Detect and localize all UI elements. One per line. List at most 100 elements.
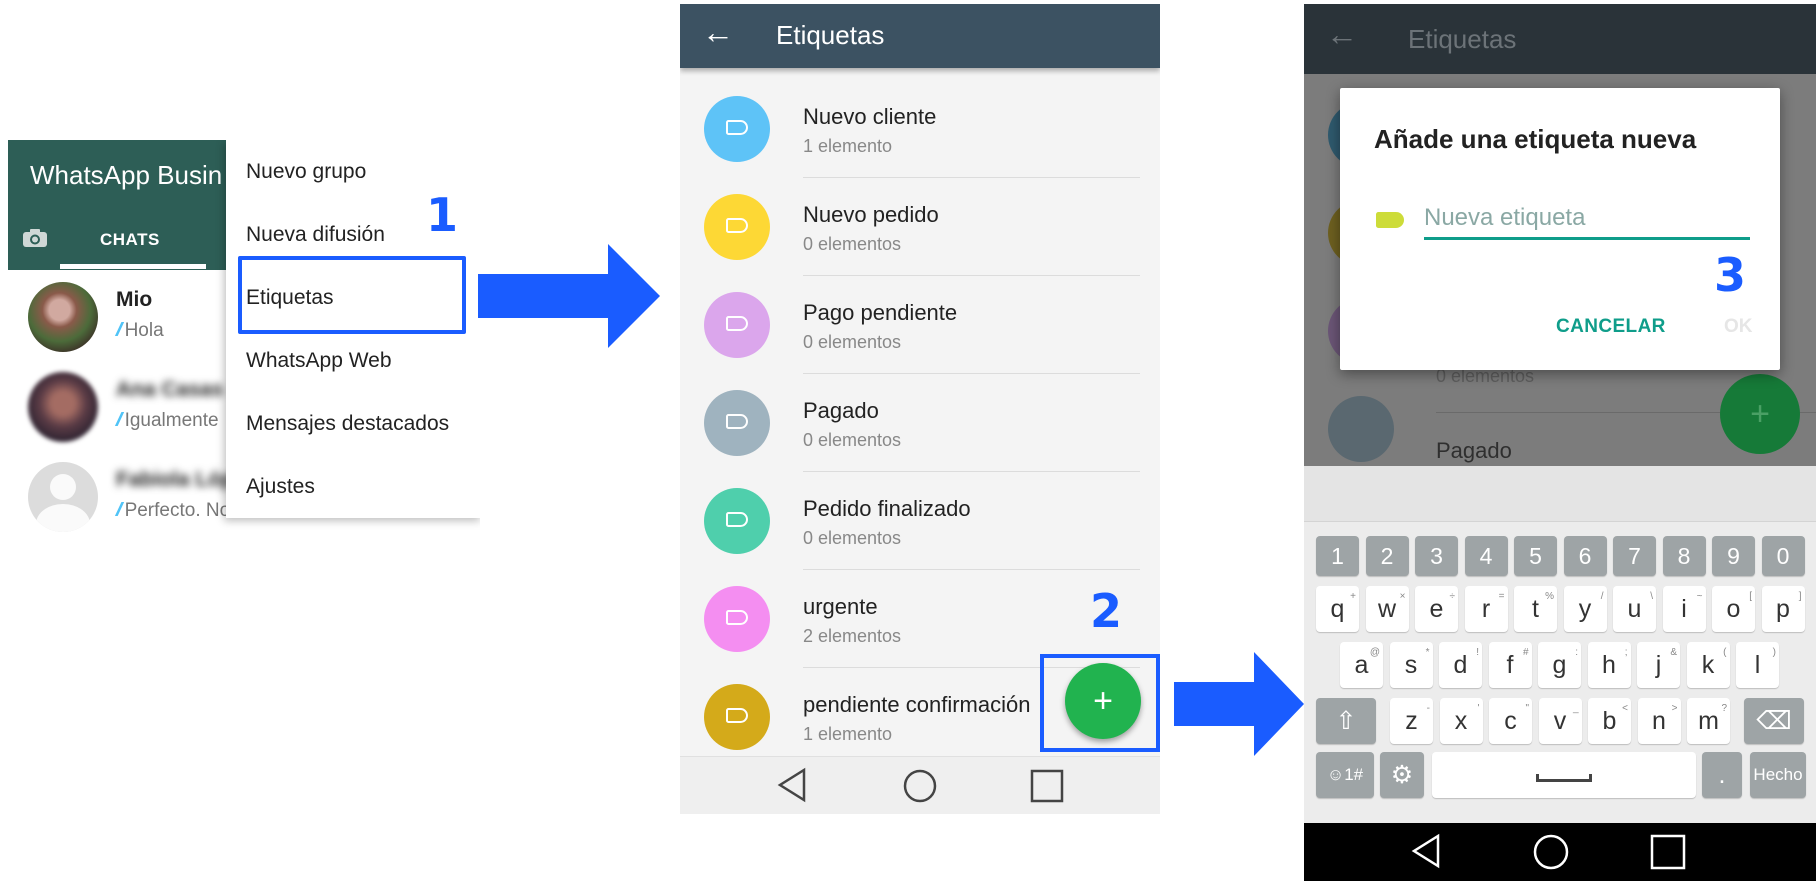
label-color-circle bbox=[704, 488, 770, 554]
period-key[interactable]: . bbox=[1702, 752, 1742, 798]
menu-item-settings[interactable]: Ajustes bbox=[246, 475, 315, 499]
key-3[interactable]: 3 bbox=[1415, 536, 1458, 576]
tab-chats[interactable]: CHATS bbox=[100, 230, 160, 250]
key-w[interactable]: w × bbox=[1365, 586, 1409, 632]
key-secondary-char: ) bbox=[1772, 647, 1776, 658]
label-color-circle bbox=[704, 390, 770, 456]
key-i[interactable]: i ~ bbox=[1662, 586, 1706, 632]
key-l[interactable]: l) bbox=[1736, 642, 1779, 688]
label-row[interactable]: Nuevo cliente 1 elemento bbox=[680, 80, 1160, 178]
key-9[interactable]: 9 bbox=[1712, 536, 1755, 576]
key-secondary-char: & bbox=[1670, 647, 1677, 658]
label-count: 0 elementos bbox=[803, 332, 902, 352]
menu-item-starred-messages[interactable]: Mensajes destacados bbox=[246, 412, 449, 436]
label-count: 1 elemento bbox=[803, 724, 893, 744]
key-c[interactable]: c " bbox=[1489, 698, 1532, 744]
key-7[interactable]: 7 bbox=[1613, 536, 1656, 576]
key-6[interactable]: 6 bbox=[1563, 536, 1607, 576]
settings-key-icon[interactable]: ⚙ bbox=[1380, 752, 1424, 798]
ok-button[interactable]: OK bbox=[1724, 316, 1753, 338]
key-o[interactable]: o[ bbox=[1712, 586, 1755, 632]
label-color-circle bbox=[704, 194, 770, 260]
backspace-key-icon[interactable]: ⌫ bbox=[1744, 698, 1804, 744]
highlight-box bbox=[238, 256, 466, 334]
shift-key-icon[interactable]: ⇧ bbox=[1316, 698, 1376, 744]
key-8[interactable]: 8 bbox=[1662, 536, 1706, 576]
key-s[interactable]: s * bbox=[1389, 642, 1433, 688]
back-nav-icon[interactable] bbox=[1410, 833, 1442, 869]
add-label-button: + bbox=[1720, 374, 1800, 454]
key-4[interactable]: 4 bbox=[1464, 536, 1508, 576]
recents-nav-icon[interactable] bbox=[1650, 834, 1686, 870]
key-q[interactable]: q + bbox=[1316, 586, 1359, 632]
double-check-icon: // bbox=[116, 500, 122, 521]
key-g[interactable]: g: bbox=[1538, 642, 1581, 688]
key-0[interactable]: 0 bbox=[1761, 536, 1805, 576]
step-number: 2 bbox=[1090, 584, 1123, 638]
key-b[interactable]: b < bbox=[1588, 698, 1631, 744]
whatsapp-menu-panel: WhatsApp Busin CHATS Mio //Hola Ana Casa… bbox=[8, 140, 480, 570]
label-row[interactable]: Pagado 0 elementos bbox=[680, 374, 1160, 472]
space-key[interactable] bbox=[1432, 752, 1696, 798]
key-h[interactable]: h; bbox=[1587, 642, 1631, 688]
key-e[interactable]: e ÷ bbox=[1415, 586, 1458, 632]
add-label-dialog: Añade una etiqueta nueva 3 CANCELAR OK bbox=[1340, 88, 1780, 370]
avatar bbox=[28, 372, 98, 442]
step-number: 1 bbox=[426, 188, 459, 242]
label-row[interactable]: Pago pendiente 0 elementos bbox=[680, 276, 1160, 374]
key-secondary-char: ] bbox=[1798, 591, 1802, 602]
label-name: Nuevo cliente bbox=[803, 104, 937, 129]
cancel-button[interactable]: CANCELAR bbox=[1556, 316, 1666, 338]
key-z[interactable]: z- bbox=[1390, 698, 1433, 744]
key-d[interactable]: d! bbox=[1439, 642, 1482, 688]
recents-nav-icon[interactable] bbox=[1030, 769, 1064, 803]
key-n[interactable]: n > bbox=[1637, 698, 1681, 744]
key-y[interactable]: y / bbox=[1563, 586, 1607, 632]
key-secondary-char: \ bbox=[1650, 591, 1653, 602]
key-5[interactable]: 5 bbox=[1514, 536, 1557, 576]
chat-message: //Hola bbox=[116, 320, 164, 342]
tag-icon bbox=[726, 218, 748, 233]
key-2[interactable]: 2 bbox=[1365, 536, 1409, 576]
menu-item-whatsapp-web[interactable]: WhatsApp Web bbox=[246, 349, 392, 373]
key-m[interactable]: m? bbox=[1687, 698, 1730, 744]
double-check-icon: // bbox=[116, 410, 122, 431]
key-p[interactable]: p] bbox=[1761, 586, 1805, 632]
done-key[interactable]: Hecho bbox=[1750, 752, 1806, 798]
label-row[interactable]: Pedido finalizado 0 elementos bbox=[680, 472, 1160, 570]
add-label-button[interactable]: + bbox=[1065, 663, 1141, 739]
key-1[interactable]: 1 bbox=[1316, 536, 1359, 576]
tab-indicator bbox=[60, 264, 206, 269]
menu-item-new-group[interactable]: Nuevo grupo bbox=[246, 160, 366, 184]
key-j[interactable]: j & bbox=[1637, 642, 1680, 688]
home-nav-icon[interactable] bbox=[1532, 833, 1570, 871]
key-r[interactable]: r = bbox=[1464, 586, 1508, 632]
home-nav-icon[interactable] bbox=[902, 768, 938, 804]
chat-name: Ana Casas bbox=[116, 378, 224, 401]
key-secondary-char: : bbox=[1575, 647, 1578, 658]
key-x[interactable]: x ' bbox=[1439, 698, 1483, 744]
key-a[interactable]: a @ bbox=[1340, 642, 1383, 688]
key-t[interactable]: t% bbox=[1514, 586, 1557, 632]
key-u[interactable]: u \ bbox=[1613, 586, 1656, 632]
tag-icon bbox=[726, 610, 748, 625]
label-count: 0 elementos bbox=[803, 528, 902, 548]
label-name: Nuevo pedido bbox=[803, 202, 939, 227]
key-k[interactable]: k( bbox=[1686, 642, 1730, 688]
back-arrow-icon[interactable]: ← bbox=[702, 14, 734, 51]
camera-icon[interactable] bbox=[22, 228, 48, 248]
overflow-menu: Nuevo grupo Nueva difusión Etiquetas Wha… bbox=[226, 140, 480, 518]
page-title: Etiquetas bbox=[776, 20, 885, 50]
key-secondary-char: @ bbox=[1369, 647, 1380, 658]
key-v[interactable]: v _ bbox=[1538, 698, 1582, 744]
back-arrow-icon: ← bbox=[1326, 16, 1358, 52]
menu-item-new-broadcast[interactable]: Nueva difusión bbox=[246, 223, 385, 247]
back-nav-icon[interactable] bbox=[776, 767, 808, 803]
label-row[interactable]: Nuevo pedido 0 elementos bbox=[680, 178, 1160, 276]
symbols-key[interactable]: ☺1# bbox=[1316, 752, 1374, 798]
page-title: Etiquetas bbox=[1408, 24, 1517, 54]
label-name-input[interactable] bbox=[1424, 198, 1750, 240]
key-secondary-char: - bbox=[1426, 703, 1430, 714]
key-secondary-char: ' bbox=[1477, 703, 1480, 714]
key-f[interactable]: f # bbox=[1488, 642, 1532, 688]
